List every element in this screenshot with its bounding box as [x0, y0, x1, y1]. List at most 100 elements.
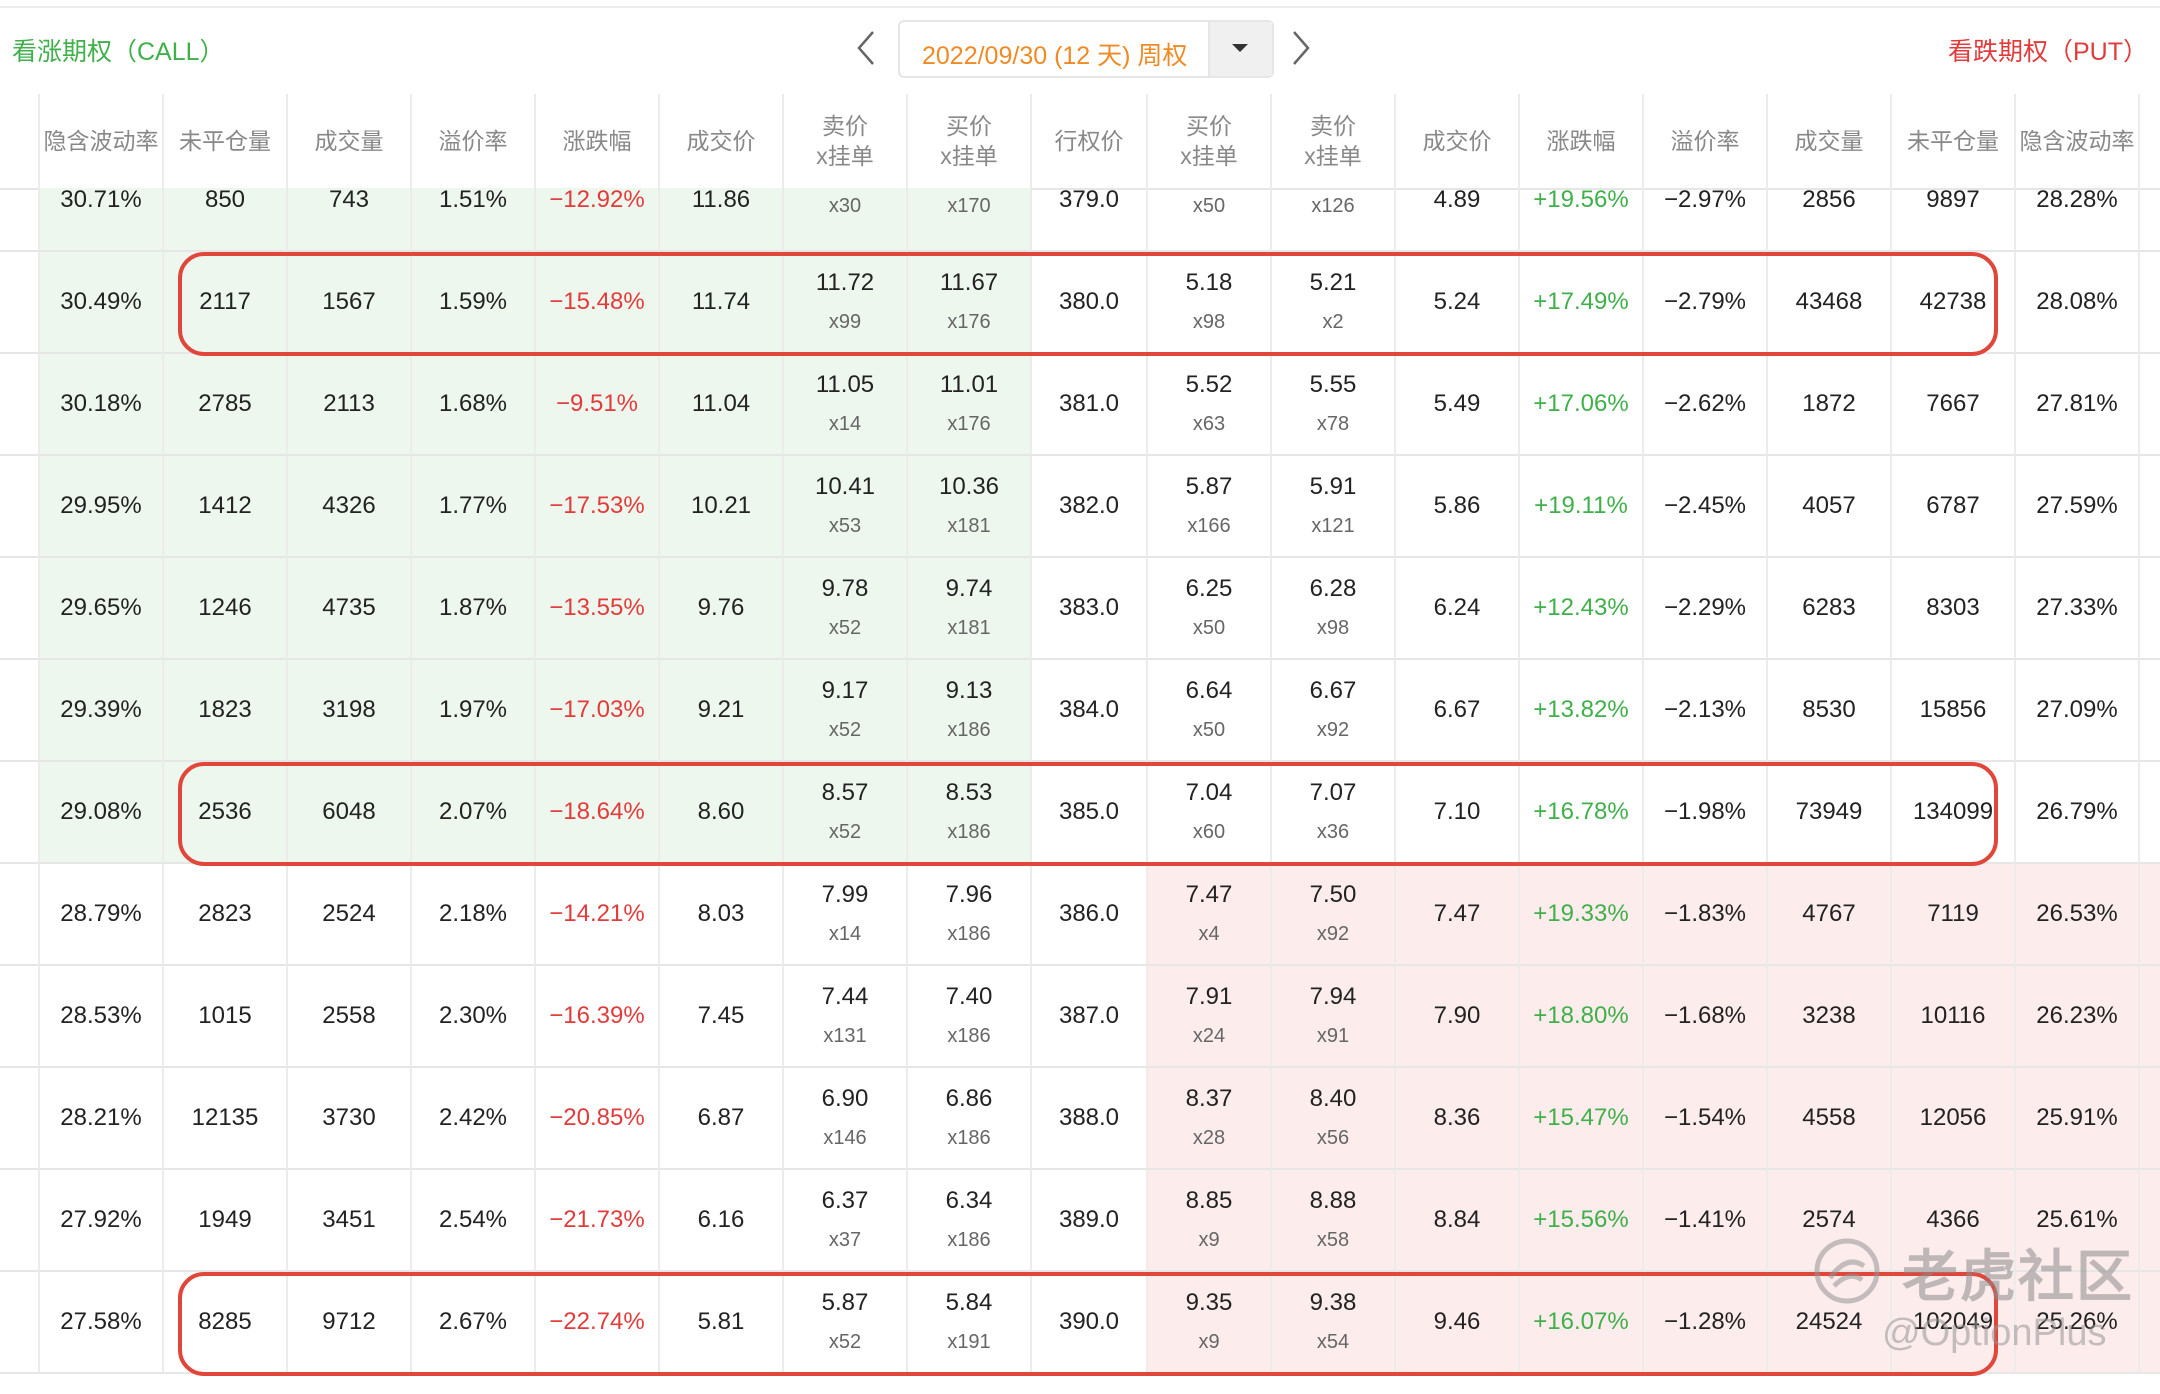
next-expiry-button[interactable] [1290, 30, 1312, 71]
cell-call-iv: 28.79% [40, 864, 164, 966]
expiry-dropdown-toggle[interactable] [1208, 22, 1272, 76]
cell-edge-col: 0 [0, 252, 40, 354]
cell-call-open-interest: 2536 [164, 762, 288, 864]
cell-put-premium: −2.79% [1644, 252, 1768, 354]
cell-put-ask: 8.88 x58 [1272, 1170, 1396, 1272]
cell-call-premium: 2.54% [412, 1170, 536, 1272]
price-value: 11.01 [939, 371, 999, 398]
cell-edge-col: 7 [0, 762, 40, 864]
cell-call-open-interest: 1949 [164, 1170, 288, 1272]
header-put-ask[interactable]: 卖价 x挂单 [1272, 94, 1396, 188]
cell-call-bid: 5.84 x191 [908, 1272, 1032, 1374]
cell-put-volume: 4558 [1768, 1068, 1892, 1170]
cell-put-iv: 25.26% [2016, 1272, 2140, 1374]
cell-call-premium: 1.87% [412, 558, 536, 660]
header-put-premium[interactable]: 溢价率 [1644, 94, 1768, 188]
cell-strike: 389.0 [1032, 1170, 1148, 1272]
column-header-row: a隐含波动率未平仓量成交量溢价率涨跌幅成交价卖价 x挂单买价 x挂单行权价买价 … [0, 94, 2160, 190]
header-put-bid[interactable]: 买价 x挂单 [1148, 94, 1272, 188]
header-call-open-interest[interactable]: 未平仓量 [164, 94, 288, 188]
cell-edge-col: 7 [0, 660, 40, 762]
price-value: 8.37 [1185, 1085, 1233, 1112]
cell-put-ask: 9.38 x54 [1272, 1272, 1396, 1374]
header-put-iv[interactable]: 隐含波动率 [2016, 94, 2140, 188]
price-value: 7.94 [1309, 983, 1357, 1010]
cell-call-iv: 28.21% [40, 1068, 164, 1170]
header-call-premium[interactable]: 溢价率 [412, 94, 536, 188]
top-divider [0, 6, 2160, 8]
price-value: 5.84 [945, 1289, 993, 1316]
cell-filler [2140, 252, 2160, 354]
cell-put-bid: 7.91 x24 [1148, 966, 1272, 1068]
header-put-open-interest[interactable]: 未平仓量 [1892, 94, 2016, 188]
size-value: x52 [828, 719, 862, 741]
table-row[interactable]: 429.95%141243261.77%−17.53%10.21 10.41 x53… [0, 456, 2160, 558]
cell-put-premium: −2.97% [1644, 188, 1768, 252]
cell-call-change: −13.55% [536, 558, 660, 660]
header-call-last[interactable]: 成交价 [660, 94, 784, 188]
header-call-ask[interactable]: 卖价 x挂单 [784, 94, 908, 188]
price-value: 7.47 [1185, 881, 1233, 908]
size-value: x14 [828, 413, 862, 435]
header-edge-col[interactable]: a [0, 94, 40, 188]
cell-edge-col: 7 [0, 188, 40, 252]
cell-put-iv: 28.08% [2016, 252, 2140, 354]
price-value: 11.67 [939, 269, 999, 296]
header-call-volume[interactable]: 成交量 [288, 94, 412, 188]
cell-call-last: 6.87 [660, 1068, 784, 1170]
cell-put-volume: 2574 [1768, 1170, 1892, 1272]
header-strike[interactable]: 行权价 [1032, 94, 1148, 188]
size-value: x191 [947, 1331, 991, 1353]
cell-call-premium: 1.77% [412, 456, 536, 558]
option-chain-table: 730.71%8507431.51%−12.92%11.86x30x170379… [0, 188, 2160, 1394]
cell-put-bid: 9.35 x9 [1148, 1272, 1272, 1374]
cell-put-ask: 6.67 x92 [1272, 660, 1396, 762]
prev-expiry-button[interactable] [855, 30, 877, 71]
cell-put-open-interest: 8303 [1892, 558, 2016, 660]
table-row[interactable]: 729.39%182331981.97%−17.03%9.219.17x529.… [0, 660, 2160, 762]
size-value: x58 [1316, 1229, 1350, 1251]
cell-put-last: 7.90 [1396, 966, 1520, 1068]
cell-call-bid: 6.34 x186 [908, 1170, 1032, 1272]
header-call-change[interactable]: 涨跌幅 [536, 94, 660, 188]
header-call-bid[interactable]: 买价 x挂单 [908, 94, 1032, 188]
cell-put-change: +19.33% [1520, 864, 1644, 966]
size-value: x186 [947, 923, 991, 945]
cell-call-premium: 2.18% [412, 864, 536, 966]
size-value: x4 [1198, 923, 1220, 945]
cell-put-last: 5.86 [1396, 456, 1520, 558]
size-value: x186 [947, 1025, 991, 1047]
header-put-change[interactable]: 涨跌幅 [1520, 94, 1644, 188]
table-row[interactable]: 629.65%124647351.87%−13.55%9.769.78x529.… [0, 558, 2160, 660]
table-row[interactable]: 728.21%1213537302.42%−20.85%6.87 6.90 x146… [0, 1068, 2160, 1170]
cell-call-premium: 2.67% [412, 1272, 536, 1374]
cell-put-ask: 5.55 x78 [1272, 354, 1396, 456]
cell-put-change: +13.82% [1520, 660, 1644, 762]
cell-put-volume: 8530 [1768, 660, 1892, 762]
cell-call-change: −22.74% [536, 1272, 660, 1374]
cell-call-last: 11.04 [660, 354, 784, 456]
table-row[interactable]: 328.79%282325242.18%−14.21%8.037.99x147.… [0, 864, 2160, 966]
cell-call-last: 8.60 [660, 762, 784, 864]
table-row[interactable]: 730.71%8507431.51%−12.92%11.86 x30 x170 379… [0, 188, 2160, 252]
cell-call-volume: 6048 [288, 762, 412, 864]
cell-put-volume: 1872 [1768, 354, 1892, 456]
cell-put-premium: −1.41% [1644, 1170, 1768, 1272]
cell-call-volume: 1567 [288, 252, 412, 354]
cell-call-bid: 8.53 x186 [908, 762, 1032, 864]
table-row[interactable]: 527.58%828597122.67%−22.74%5.815.87x525.… [0, 1272, 2160, 1374]
header-put-volume[interactable]: 成交量 [1768, 94, 1892, 188]
header-put-last[interactable]: 成交价 [1396, 94, 1520, 188]
header-call-iv[interactable]: 隐含波动率 [40, 94, 164, 188]
cell-call-ask: 6.37 x37 [784, 1170, 908, 1272]
table-row[interactable]: 627.92%194934512.54%−21.73%6.166.37x376.… [0, 1170, 2160, 1272]
table-row[interactable]: 230.18%278521131.68%−9.51%11.0411.05x141… [0, 354, 2160, 456]
cell-put-change: +19.56% [1520, 188, 1644, 252]
table-row[interactable]: 729.08%253660482.07%−18.64%8.608.57x528.… [0, 762, 2160, 864]
size-value: x60 [1192, 821, 1226, 843]
cell-put-ask: 7.94 x91 [1272, 966, 1396, 1068]
table-row[interactable]: 328.53%101525582.30%−16.39%7.457.44x1317… [0, 966, 2160, 1068]
table-row[interactable]: 030.49%211715671.59%−15.48%11.74 11.72 x99… [0, 252, 2160, 354]
expiry-select[interactable]: 2022/09/30 (12 天) 周权 [898, 20, 1274, 78]
cell-call-change: −16.39% [536, 966, 660, 1068]
